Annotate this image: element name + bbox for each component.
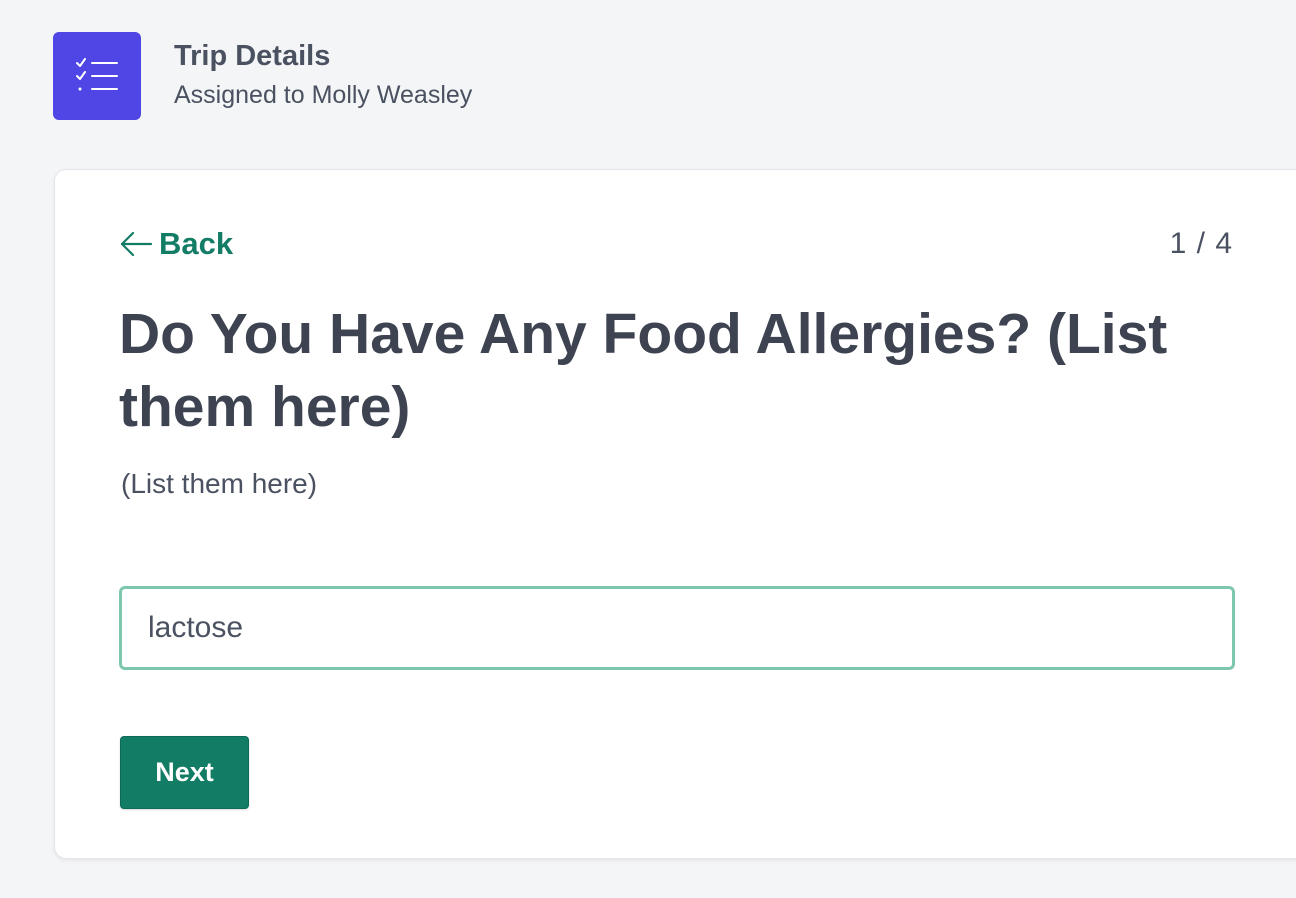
header-text: Trip Details Assigned to Molly Weasley [174,36,472,112]
question-title: Do You Have Any Food Allergies? (List th… [119,302,1168,439]
assignee-label: Assigned to Molly Weasley [174,81,473,109]
checklist-icon [53,32,141,120]
next-button[interactable]: Next [120,736,249,809]
page-header: Trip Details Assigned to Molly Weasley [53,32,472,120]
page-title: Trip Details [174,40,331,72]
question-card: Back 1 / 4 Do You Have Any Food Allergie… [54,169,1296,859]
question-description: (List them here) [121,468,318,499]
answer-input[interactable] [119,586,1235,670]
arrow-left-icon [120,231,153,257]
step-counter: 1 / 4 [1169,227,1233,260]
back-label: Back [159,226,234,261]
back-button[interactable]: Back [119,224,233,264]
